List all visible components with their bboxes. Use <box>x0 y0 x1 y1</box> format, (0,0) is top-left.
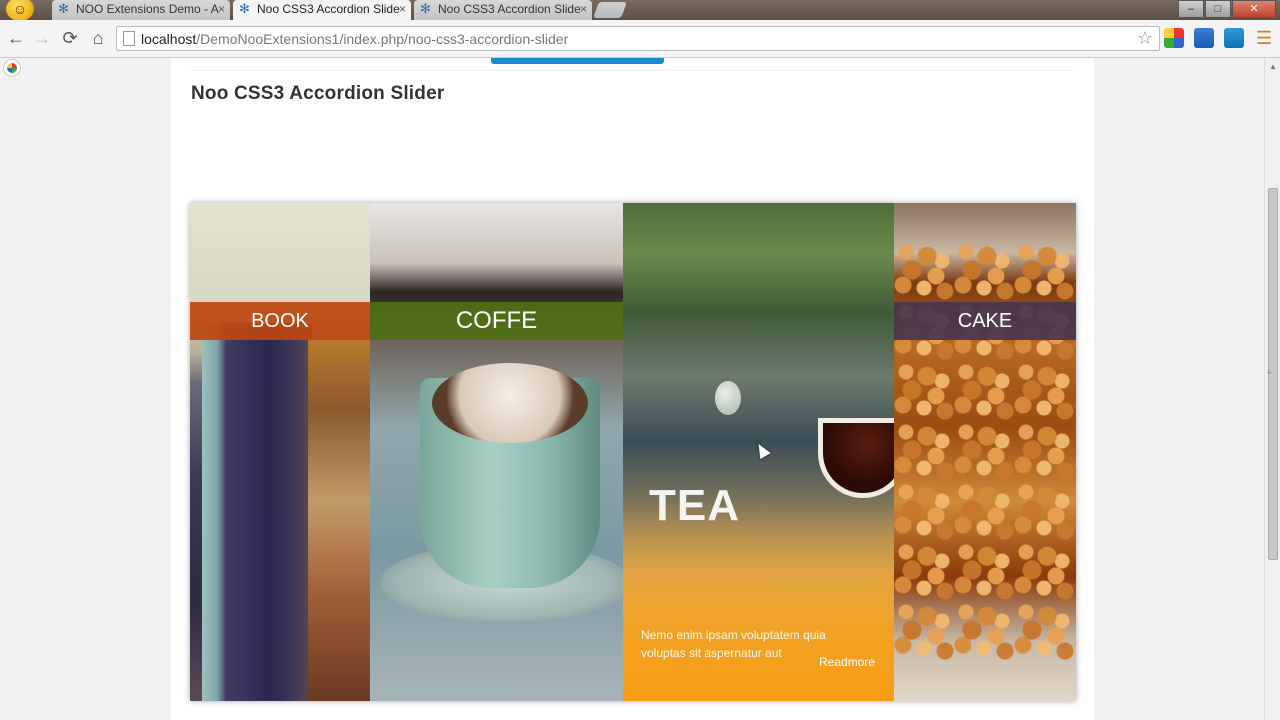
tab-noo-extensions-demo[interactable]: ✻ NOO Extensions Demo - A × <box>52 0 230 20</box>
browser-menu-icon[interactable]: ☰ <box>1256 28 1272 48</box>
extension-sync-icon[interactable] <box>1224 28 1244 48</box>
extension-screen-icon[interactable] <box>1194 28 1214 48</box>
tab-accordion-slider-active[interactable]: ✻ Noo CSS3 Accordion Slide × <box>233 0 411 20</box>
panel-title-tea: TEA <box>649 481 740 530</box>
tab-title: Noo CSS3 Accordion Slide <box>438 2 581 16</box>
window-controls: – □ ✕ <box>1177 0 1276 18</box>
panel-label-cake: CAKE <box>894 302 1076 340</box>
browser-toolbar: ← → ⟳ ⌂ localhost/DemoNooExtensions1/ind… <box>0 20 1280 58</box>
page-viewport: Noo CSS3 Accordion Slider BOOK COFFE TEA… <box>0 58 1264 720</box>
panel-label-book: BOOK <box>190 302 370 340</box>
page-scrollbar[interactable]: ▲ ≡ <box>1264 58 1280 720</box>
maximize-button[interactable]: □ <box>1205 0 1231 18</box>
panel-label-text: BOOK <box>251 309 309 332</box>
divider <box>191 70 1074 71</box>
scroll-up-arrow-icon[interactable]: ▲ <box>1269 62 1277 71</box>
readmore-link[interactable]: Readmore <box>819 655 875 669</box>
panel-label-coffee: COFFE <box>370 302 623 340</box>
book-edge-image <box>308 338 370 701</box>
page-title: Noo CSS3 Accordion Slider <box>191 83 445 104</box>
panel-label-text: COFFE <box>455 307 538 334</box>
forward-icon[interactable]: → <box>32 28 52 48</box>
browser-logo-icon: ☺ <box>6 0 34 21</box>
tab-title: Noo CSS3 Accordion Slide <box>257 2 400 16</box>
joomla-favicon-icon: ✻ <box>58 1 69 16</box>
url-host: localhost <box>141 31 197 47</box>
caption-overlay <box>623 501 894 701</box>
bookmark-star-icon[interactable]: ☆ <box>1137 28 1153 49</box>
minimize-button[interactable]: – <box>1178 0 1204 18</box>
joomla-favicon-icon: ✻ <box>239 1 250 16</box>
tab-strip: ☺ ✻ NOO Extensions Demo - A × ✻ Noo CSS3… <box>0 0 1280 21</box>
reload-icon[interactable]: ⟳ <box>60 28 80 48</box>
home-icon[interactable]: ⌂ <box>88 28 108 48</box>
close-window-button[interactable]: ✕ <box>1232 0 1276 18</box>
slider-panel-coffee[interactable]: COFFE <box>370 203 623 701</box>
tab-close-icon[interactable]: × <box>399 0 406 18</box>
joomla-favicon-icon: ✻ <box>420 1 431 16</box>
book-spine-image <box>202 323 312 701</box>
tab-title: NOO Extensions Demo - A <box>76 2 219 16</box>
tab-close-icon[interactable]: × <box>218 0 225 18</box>
accordion-slider: BOOK COFFE TEA Nemo enim ipsam voluptate… <box>190 203 1076 701</box>
slider-panel-cake[interactable]: CAKE <box>894 203 1076 701</box>
url-path: /DemoNooExtensions1/index.php/noo-css3-a… <box>196 31 569 47</box>
page-icon <box>123 31 135 46</box>
top-nav-button[interactable] <box>491 58 664 64</box>
panel-label-text: CAKE <box>957 309 1013 332</box>
url-text[interactable]: localhost/DemoNooExtensions1/index.php/n… <box>141 31 568 47</box>
slider-panel-tea[interactable]: TEA Nemo enim ipsam voluptatem quia volu… <box>623 203 894 701</box>
tab-close-icon[interactable]: × <box>580 0 587 18</box>
address-bar[interactable]: localhost/DemoNooExtensions1/index.php/n… <box>116 26 1160 51</box>
back-icon[interactable]: ← <box>6 28 26 48</box>
egg-image <box>715 381 741 415</box>
extension-widget-icon[interactable] <box>4 60 20 76</box>
tab-accordion-slider[interactable]: ✻ Noo CSS3 Accordion Slide × <box>414 0 592 20</box>
new-tab-button[interactable] <box>593 2 627 18</box>
slider-panel-book[interactable]: BOOK <box>190 203 370 701</box>
cream-image <box>432 363 588 443</box>
extension-color-icon[interactable] <box>1164 28 1184 48</box>
scroll-grip-icon: ≡ <box>1267 368 1272 377</box>
